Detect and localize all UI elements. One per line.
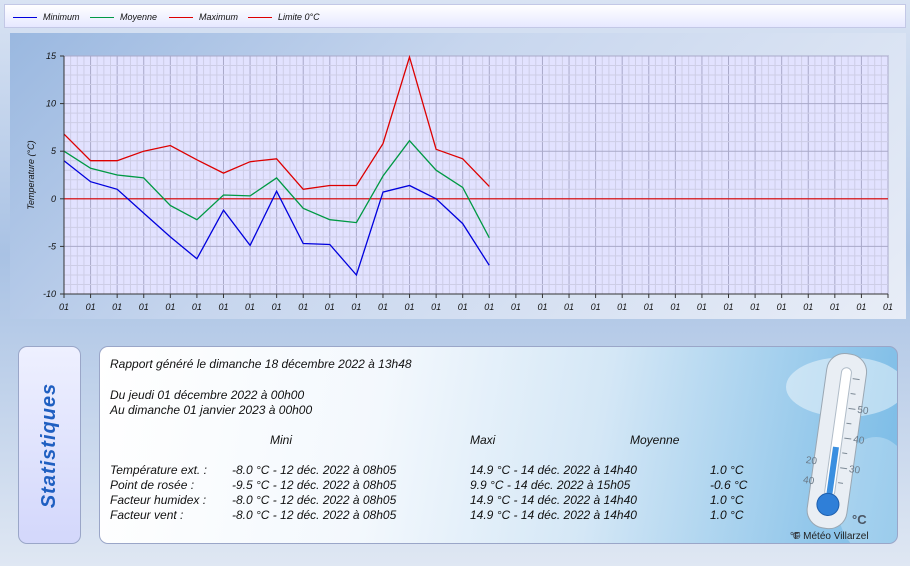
legend-swatch-moyenne: [90, 16, 114, 18]
column-header-mini: Mini: [270, 433, 293, 447]
thermo-label-30: 30: [848, 464, 861, 477]
legend-item-minimum: Minimum: [13, 5, 80, 29]
row-label-humidex: Facteur humidex :: [110, 493, 207, 507]
x-tick-label: 01: [378, 302, 388, 312]
row-moy-dewpoint: -0.6 °C: [710, 478, 748, 492]
x-tick-label: 01: [458, 302, 468, 312]
x-tick-label: 01: [564, 302, 574, 312]
thermo-label-20: 20: [805, 455, 818, 468]
legend-label-maximum: Maximum: [199, 12, 239, 22]
x-tick-label: 01: [724, 302, 734, 312]
x-tick-label: 01: [405, 302, 415, 312]
x-tick-label: 01: [830, 302, 840, 312]
x-tick-label: 01: [272, 302, 282, 312]
y-tick-label: 5: [51, 146, 57, 156]
row-mini-temperature: -8.0 °C - 12 déc. 2022 à 08h05: [232, 463, 397, 477]
x-tick-label: 01: [537, 302, 547, 312]
legend-label-limite: Limite 0°C: [278, 12, 320, 22]
x-tick-label: 01: [112, 302, 122, 312]
chart-legend: Minimum Moyenne Maximum Limite 0°C: [4, 4, 906, 28]
statistics-tab: Statistiques: [18, 346, 81, 544]
x-tick-label: 01: [856, 302, 866, 312]
x-tick-label: 01: [86, 302, 96, 312]
credit-text: © Météo Villarzel: [793, 531, 869, 542]
legend-item-moyenne: Moyenne: [90, 5, 157, 29]
row-maxi-dewpoint: 9.9 °C - 14 déc. 2022 à 15h05: [470, 478, 631, 492]
x-tick-label: 01: [777, 302, 787, 312]
legend-item-maximum: Maximum: [169, 5, 238, 29]
thermo-celsius-label: °C: [852, 512, 867, 527]
y-tick-label: 10: [46, 99, 56, 109]
report-generated: Rapport généré le dimanche 18 décembre 2…: [110, 357, 412, 371]
thermometer-image: 50 40 30 20 40 °C °F: [786, 352, 897, 543]
x-tick-label: 01: [139, 302, 149, 312]
x-tick-label: 01: [484, 302, 494, 312]
row-mini-humidex: -8.0 °C - 12 déc. 2022 à 08h05: [232, 493, 397, 507]
legend-item-limite: Limite 0°C: [248, 5, 320, 29]
x-tick-label: 01: [218, 302, 228, 312]
y-tick-label: -10: [43, 289, 56, 299]
legend-swatch-maximum: [169, 16, 193, 18]
x-tick-label: 01: [750, 302, 760, 312]
row-maxi-windchill: 14.9 °C - 14 déc. 2022 à 14h40: [470, 508, 637, 522]
column-header-maxi: Maxi: [470, 433, 496, 447]
x-tick-label: 01: [697, 302, 707, 312]
x-tick-label: 01: [325, 302, 335, 312]
legend-swatch-minimum: [13, 16, 37, 18]
x-tick-label: 01: [803, 302, 813, 312]
x-tick-label: 01: [644, 302, 654, 312]
thermo-label-50: 50: [857, 405, 870, 418]
row-label-dewpoint: Point de rosée :: [110, 478, 195, 492]
report-period-from: Du jeudi 01 décembre 2022 à 00h00: [110, 388, 305, 402]
x-tick-label: 01: [883, 302, 893, 312]
legend-label-minimum: Minimum: [43, 12, 80, 22]
x-tick-label: 01: [431, 302, 441, 312]
x-tick-label: 01: [511, 302, 521, 312]
row-moy-temperature: 1.0 °C: [710, 463, 744, 477]
row-moy-windchill: 1.0 °C: [710, 508, 744, 522]
legend-swatch-limite: [248, 16, 272, 18]
x-tick-label: 01: [670, 302, 680, 312]
thermo-label-40b: 40: [802, 475, 815, 488]
row-maxi-humidex: 14.9 °C - 14 déc. 2022 à 14h40: [470, 493, 637, 507]
row-mini-windchill: -8.0 °C - 12 déc. 2022 à 08h05: [232, 508, 397, 522]
chart-panel: 15 10 5 0 -5 -10 Temperature (°C) 01 01 01 01 01 01 0…: [10, 33, 906, 319]
x-tick-label: 01: [245, 302, 255, 312]
row-label-windchill: Facteur vent :: [110, 508, 184, 522]
x-tick-label: 01: [165, 302, 175, 312]
column-header-moyenne: Moyenne: [630, 433, 680, 447]
row-label-temperature: Température ext. :: [110, 463, 207, 477]
report-panel: 50 40 30 20 40 °C °F Rapport généré le d…: [99, 346, 898, 544]
x-tick-label: 01: [351, 302, 361, 312]
x-tick-label: 01: [298, 302, 308, 312]
row-moy-humidex: 1.0 °C: [710, 493, 744, 507]
row-mini-dewpoint: -9.5 °C - 12 déc. 2022 à 08h05: [232, 478, 397, 492]
x-tick-label: 01: [591, 302, 601, 312]
thermo-label-40: 40: [852, 434, 865, 447]
y-axis-label: Temperature (°C): [26, 140, 36, 209]
y-tick-label: -5: [48, 241, 57, 251]
row-maxi-temperature: 14.9 °C - 14 déc. 2022 à 14h40: [470, 463, 637, 477]
x-tick-label: 01: [59, 302, 69, 312]
statistics-title: Statistiques: [38, 382, 61, 508]
legend-label-moyenne: Moyenne: [120, 12, 158, 22]
x-tick-label: 01: [617, 302, 627, 312]
x-tick-label: 01: [192, 302, 202, 312]
y-tick-label: 0: [51, 194, 56, 204]
temperature-chart: 15 10 5 0 -5 -10 Temperature (°C) 01 01 01 01 01 01 0…: [26, 51, 893, 312]
report-period-to: Au dimanche 01 janvier 2023 à 00h00: [110, 403, 313, 417]
y-tick-label: 15: [46, 51, 57, 61]
